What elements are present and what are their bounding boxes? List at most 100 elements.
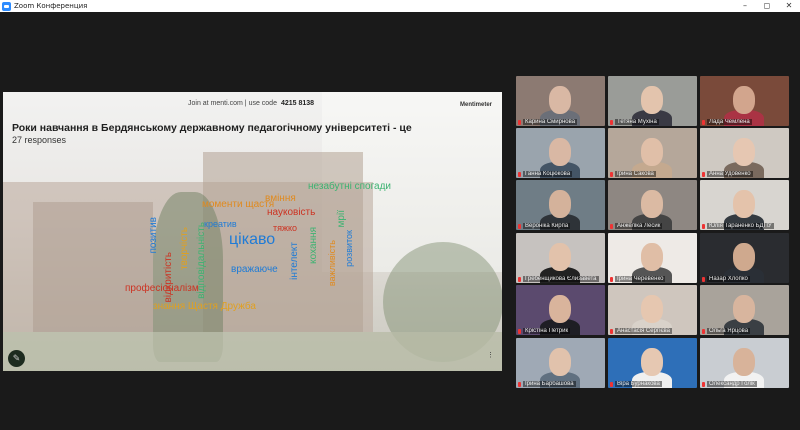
minimize-icon[interactable]: –	[734, 0, 756, 12]
more-icon[interactable]: ⋮	[487, 351, 494, 359]
participant-face	[549, 138, 571, 166]
cloud-word: моменти щастя	[202, 199, 275, 210]
participant-tile[interactable]: Ольга Ярцова	[700, 285, 789, 335]
window-title: Zoom Конференция	[14, 2, 88, 10]
cloud-word: мрії	[336, 210, 347, 228]
join-text: Join at menti.com | use code	[188, 100, 277, 107]
cloud-word: інтелект	[289, 242, 300, 280]
participant-tile[interactable]: Крістіна Петрик	[516, 285, 605, 335]
meeting-stage: Join at menti.com | use code 4215 8138 M…	[0, 12, 800, 430]
zoom-logo-icon	[2, 1, 11, 11]
cloud-word: розвиток	[344, 230, 354, 267]
mic-muted-icon	[702, 120, 705, 125]
participant-tile[interactable]: Ірина Сакова	[608, 128, 697, 178]
participant-name: Олександр Голік	[707, 381, 757, 387]
participant-name: Ганна Коцюкова	[523, 171, 573, 177]
participant-tile[interactable]: Ганна Коцюкова	[516, 128, 605, 178]
participant-name: Вероніка Кирпа	[523, 223, 571, 229]
mic-muted-icon	[610, 277, 613, 282]
cloud-word: відповідальність	[196, 222, 207, 299]
participant-face	[641, 348, 663, 376]
participant-name: Гребенщикова Єлизавета	[523, 276, 599, 282]
participant-face	[733, 190, 755, 218]
participant-tile[interactable]: Анастасія Сергієва	[608, 285, 697, 335]
participant-face	[549, 243, 571, 271]
participant-tile[interactable]: Ірина Черевенко	[608, 233, 697, 283]
mic-muted-icon	[702, 382, 705, 387]
slide-tower-left	[33, 202, 153, 332]
mic-muted-icon	[702, 277, 705, 282]
participant-face	[641, 295, 663, 323]
mic-muted-icon	[702, 329, 705, 334]
participant-face	[641, 86, 663, 114]
close-icon[interactable]: ✕	[778, 0, 800, 12]
mic-muted-icon	[518, 329, 521, 334]
participant-face	[641, 190, 663, 218]
participant-tile[interactable]: Ірина Барбашова	[516, 338, 605, 388]
participant-face	[549, 86, 571, 114]
cloud-word: позитив	[148, 217, 159, 254]
join-bar: Join at menti.com | use code 4215 8138	[188, 100, 314, 107]
participant-face	[733, 348, 755, 376]
cloud-word: знання Щастя Дружба	[153, 301, 256, 312]
participant-tile[interactable]: Лада Чемлена	[700, 76, 789, 126]
shared-screen-slide: Join at menti.com | use code 4215 8138 M…	[3, 92, 502, 371]
participant-face	[549, 295, 571, 323]
cloud-word: важливість	[327, 240, 337, 287]
responses-count: 27 responses	[12, 135, 67, 145]
cloud-word: професіоналізм	[125, 283, 199, 294]
maximize-icon[interactable]: ◻	[756, 0, 778, 12]
participant-tile[interactable]: Назар Хлопко	[700, 233, 789, 283]
participant-tile[interactable]: Анжеліка Лесик	[608, 180, 697, 230]
mic-muted-icon	[610, 329, 613, 334]
mic-muted-icon	[518, 172, 521, 177]
participant-name: Ольга Ярцова	[707, 328, 751, 334]
cloud-word: творчість	[179, 227, 190, 270]
participant-tile[interactable]: Гребенщикова Єлизавета	[516, 233, 605, 283]
mic-muted-icon	[518, 120, 521, 125]
mic-muted-icon	[610, 172, 613, 177]
participant-tile[interactable]: Карина Смирнова	[516, 76, 605, 126]
participant-tile[interactable]: Тетяна Мухіна	[608, 76, 697, 126]
participant-tile[interactable]: Віра Бурнакова	[608, 338, 697, 388]
participant-face	[733, 243, 755, 271]
participant-name: Назар Хлопко	[707, 276, 750, 282]
participant-tile[interactable]: Анна Удовенко	[700, 128, 789, 178]
participant-name: Юлія Тараненко БДПУ	[707, 223, 774, 229]
participant-name: Карина Смирнова	[523, 119, 578, 125]
cloud-word: відкритість	[163, 252, 174, 303]
mic-muted-icon	[610, 382, 613, 387]
participant-name: Ірина Сакова	[615, 171, 656, 177]
mic-muted-icon	[610, 224, 613, 229]
participant-face	[549, 190, 571, 218]
mic-muted-icon	[518, 277, 521, 282]
mic-muted-icon	[702, 172, 705, 177]
participant-name: Тетяна Мухіна	[615, 119, 659, 125]
participant-tile[interactable]: Вероніка Кирпа	[516, 180, 605, 230]
participant-name: Анна Удовенко	[707, 171, 753, 177]
cloud-word: науковість	[267, 207, 316, 218]
window-controls: – ◻ ✕	[734, 0, 800, 12]
cloud-word: вражаюче	[231, 264, 278, 275]
slide-lawn	[3, 332, 502, 371]
question-title: Роки навчання в Бердянському державному …	[12, 122, 412, 134]
window-titlebar: Zoom Конференция – ◻ ✕	[0, 0, 800, 12]
participant-name: Анжеліка Лесик	[615, 223, 663, 229]
mic-muted-icon	[518, 224, 521, 229]
participant-name: Ірина Барбашова	[523, 381, 576, 387]
mic-muted-icon	[518, 382, 521, 387]
cloud-word: незабутні спогади	[308, 181, 392, 192]
participant-face	[641, 243, 663, 271]
mic-muted-icon	[702, 224, 705, 229]
cloud-word: креатив	[204, 219, 237, 229]
participant-face	[549, 348, 571, 376]
participant-tile[interactable]: Олександр Голік	[700, 338, 789, 388]
edit-icon[interactable]: ✎	[8, 350, 25, 367]
participant-face	[733, 138, 755, 166]
join-code: 4215 8138	[280, 100, 315, 107]
participant-face	[641, 138, 663, 166]
cloud-word: кохання	[308, 227, 319, 264]
participant-name: Крістіна Петрик	[523, 328, 571, 334]
participant-tile[interactable]: Юлія Тараненко БДПУ	[700, 180, 789, 230]
participant-face	[733, 295, 755, 323]
